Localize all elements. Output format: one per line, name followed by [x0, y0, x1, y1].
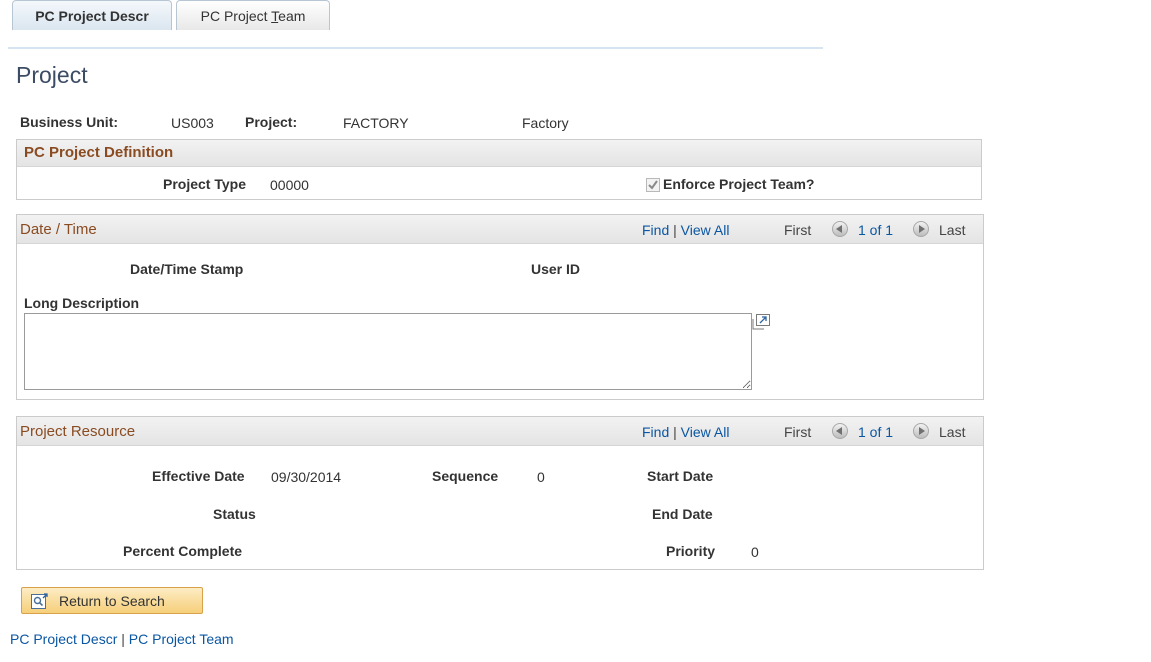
footer-link-pc-project-descr[interactable]: PC Project Descr — [10, 631, 117, 647]
view-all-link[interactable]: View All — [681, 424, 730, 440]
popup-icon — [752, 314, 770, 330]
last-label: Last — [939, 424, 966, 440]
arrow-right-icon — [913, 423, 929, 440]
status-label: Status — [213, 506, 256, 522]
section-title: Project Resource — [20, 423, 136, 440]
tab-pc-project-descr[interactable]: PC Project Descr — [12, 0, 172, 30]
enforce-project-team-label: Enforce Project Team? — [663, 176, 815, 192]
tab-label: PC Project Descr — [35, 8, 149, 24]
long-description-label: Long Description — [24, 295, 140, 311]
enforce-project-team-checkbox[interactable] — [646, 176, 660, 193]
checkbox-box — [646, 178, 660, 193]
sequence-label: Sequence — [432, 468, 499, 484]
find-link[interactable]: Find — [642, 222, 669, 238]
return-to-search-label: Return to Search — [59, 593, 165, 609]
previous-row-button[interactable] — [832, 220, 848, 238]
priority-value: 0 — [751, 544, 759, 560]
return-search-icon — [31, 593, 48, 609]
checkmark-icon — [648, 180, 658, 190]
footer-links: PC Project Descr | PC Project Team — [10, 631, 234, 647]
project-type-label: Project Type — [163, 176, 246, 192]
tab-label-pre: PC Project — [200, 8, 272, 24]
date-time-nav: Find | View All — [642, 222, 729, 238]
project-label: Project: — [245, 114, 298, 130]
first-label: First — [784, 222, 812, 238]
sequence-value: 0 — [537, 469, 545, 485]
tab-label-post: eam — [278, 8, 306, 24]
section-title: Date / Time — [20, 221, 97, 238]
arrow-left-icon — [832, 423, 848, 440]
end-date-label: End Date — [652, 506, 713, 522]
footer-link-pc-project-team[interactable]: PC Project Team — [129, 631, 234, 647]
business-unit-value: US003 — [171, 115, 214, 131]
page-title: Project — [16, 62, 88, 88]
start-date-label: Start Date — [647, 468, 714, 484]
expand-textarea-icon[interactable] — [752, 314, 770, 333]
tab-pc-project-team[interactable]: PC Project Team — [176, 0, 330, 30]
effective-date-value: 09/30/2014 — [271, 469, 342, 485]
project-description: Factory — [522, 115, 569, 131]
footer-separator: | — [121, 631, 125, 647]
priority-label: Priority — [666, 543, 716, 559]
section-title: PC Project Definition — [24, 144, 174, 161]
section-header: PC Project Definition — [17, 140, 981, 167]
nav-separator: | — [673, 424, 677, 440]
percent-complete-label: Percent Complete — [123, 543, 243, 559]
nav-separator: | — [673, 222, 677, 238]
pager-count: 1 of 1 — [858, 222, 894, 238]
datetime-stamp-label: Date/Time Stamp — [130, 261, 244, 277]
pager-count: 1 of 1 — [858, 424, 894, 440]
user-id-label: User ID — [531, 261, 581, 277]
project-type-value: 00000 — [270, 177, 309, 193]
first-label: First — [784, 424, 812, 440]
return-to-search-button[interactable]: Return to Search — [21, 587, 203, 614]
next-row-button[interactable] — [913, 422, 929, 440]
project-value: FACTORY — [343, 115, 409, 131]
arrow-right-icon — [913, 221, 929, 238]
last-label: Last — [939, 222, 966, 238]
previous-row-button[interactable] — [832, 422, 848, 440]
arrow-left-icon — [832, 221, 848, 238]
long-description-textarea[interactable] — [24, 313, 752, 390]
next-row-button[interactable] — [913, 220, 929, 238]
business-unit-label: Business Unit: — [20, 114, 119, 130]
resource-nav: Find | View All — [642, 424, 729, 440]
project-definition-section: PC Project Definition — [16, 139, 982, 200]
view-all-link[interactable]: View All — [681, 222, 730, 238]
find-link[interactable]: Find — [642, 424, 669, 440]
effective-date-label: Effective Date — [152, 468, 245, 484]
